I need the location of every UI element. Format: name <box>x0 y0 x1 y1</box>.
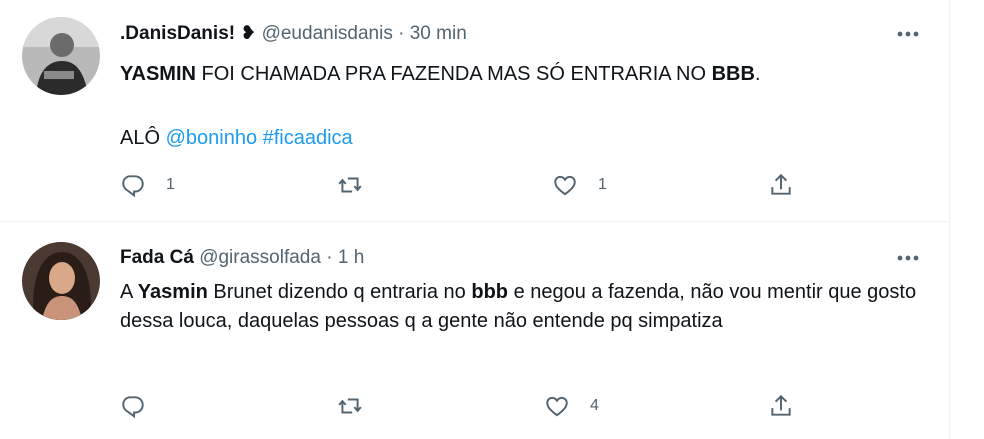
user-handle[interactable]: @girassolfada <box>199 247 321 268</box>
text-segment: FOI CHAMADA PRA FAZENDA MAS SÓ ENTRARIA … <box>195 63 712 85</box>
tweet-text: A Yasmin Brunet dizendo q entraria no bb… <box>120 278 920 336</box>
reply-button[interactable] <box>120 391 166 421</box>
tweet-header: .DanisDanis! ❥ @eudanisdanis · 30 min <box>120 22 467 45</box>
avatar[interactable] <box>22 242 100 320</box>
like-button[interactable]: 1 <box>552 170 607 200</box>
like-count: 4 <box>590 397 599 414</box>
like-count: 1 <box>598 176 607 193</box>
timestamp[interactable]: 30 min <box>410 23 467 44</box>
share-icon <box>771 173 791 195</box>
bold-text: BBB <box>711 63 755 85</box>
reply-icon <box>122 396 144 419</box>
text-segment: . <box>754 63 761 85</box>
like-icon <box>546 396 568 417</box>
timestamp[interactable]: 1 h <box>338 247 364 268</box>
mention-link[interactable]: @boninho <box>166 127 257 149</box>
like-icon <box>554 175 576 196</box>
more-button[interactable] <box>895 248 921 268</box>
retweet-button[interactable] <box>337 170 383 200</box>
hashtag-link[interactable]: #ficaadica <box>263 127 353 149</box>
retweet-button[interactable] <box>337 391 383 421</box>
avatar[interactable] <box>22 17 100 95</box>
tweet-2[interactable]: Fada Cá @girassolfada · 1 h A Yasmin Bru… <box>0 222 984 439</box>
separator: · <box>326 247 333 268</box>
tweet-text: YASMIN FOI CHAMADA PRA FAZENDA MAS SÓ EN… <box>120 60 920 153</box>
tweet-line: ALÔ @boninho #ficaadica <box>120 124 920 153</box>
retweet-icon <box>338 177 362 193</box>
reply-button[interactable]: 1 <box>120 170 175 200</box>
more-icon <box>897 31 919 37</box>
display-name[interactable]: Fada Cá <box>120 247 194 268</box>
user-handle[interactable]: @eudanisdanis <box>262 23 393 44</box>
share-button[interactable] <box>768 170 794 200</box>
like-button[interactable]: 4 <box>544 391 599 421</box>
more-icon <box>897 255 919 261</box>
separator: · <box>398 23 405 44</box>
person-avatar-icon <box>22 242 100 320</box>
person-avatar-icon <box>22 17 100 95</box>
text-segment: A <box>120 281 138 303</box>
text-segment: Brunet dizendo q entraria no <box>207 281 472 303</box>
text-segment: ALÔ <box>120 127 166 149</box>
tweet-1[interactable]: .DanisDanis! ❥ @eudanisdanis · 30 min YA… <box>0 0 984 221</box>
reply-icon <box>122 175 144 198</box>
retweet-icon <box>338 398 362 414</box>
bold-text: YASMIN <box>120 63 196 85</box>
tweet-line: YASMIN FOI CHAMADA PRA FAZENDA MAS SÓ EN… <box>120 60 920 89</box>
bold-text: Yasmin <box>137 281 208 303</box>
share-button[interactable] <box>768 391 794 421</box>
reply-count: 1 <box>166 176 175 193</box>
action-bar: 1 1 <box>0 170 984 200</box>
tweet-header: Fada Cá @girassolfada · 1 h <box>120 247 364 269</box>
action-bar: 4 <box>0 391 984 421</box>
more-button[interactable] <box>895 24 921 44</box>
display-name[interactable]: .DanisDanis! ❥ <box>120 23 256 44</box>
bold-text: bbb <box>471 281 509 303</box>
share-icon <box>771 394 791 416</box>
